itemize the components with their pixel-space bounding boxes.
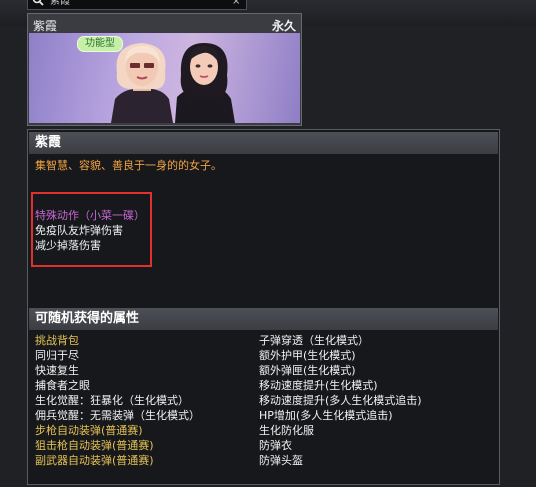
skill-action: 特殊动作（小菜一碟） [35, 209, 145, 222]
attribute-list-left: 挑战背包 同归于尽 快速复生 捕食者之眼 生化觉醒：狂暴化（生化模式） 佣兵觉醒… [35, 333, 200, 468]
skill-effect: 减少掉落伤害 [35, 239, 101, 252]
attributes-title: 可随机获得的属性 [29, 308, 498, 330]
attribute-item: 捕食者之眼 [35, 379, 90, 392]
search-icon[interactable] [32, 0, 44, 6]
attribute-item: 步枪自动装弹(普通赛) [35, 424, 143, 437]
close-icon[interactable]: × [232, 0, 240, 7]
attribute-item: 防弹头盔 [259, 454, 303, 467]
attribute-item: 生化觉醒：狂暴化（生化模式） [35, 394, 189, 407]
attribute-item: 子弹穿透（生化模式） [259, 334, 369, 347]
attribute-item: 生化防化服 [259, 424, 314, 437]
character-description: 集智慧、容貌、善良于一身的的女子。 [35, 159, 222, 172]
attribute-item: 额外弹匣(生化模式) [259, 364, 356, 377]
attribute-list-right: 子弹穿透（生化模式） 额外护甲(生化模式) 额外弹匣(生化模式) 移动速度提升(… [259, 333, 422, 468]
character-name: 紫霞 [33, 19, 58, 33]
detail-title: 紫霞 [29, 132, 498, 154]
character-card[interactable]: 紫霞 永久 功能型 [27, 13, 302, 126]
search-value: 紫霞 [50, 0, 70, 7]
attribute-item: 挑战背包 [35, 334, 79, 347]
attribute-item: 快速复生 [35, 364, 79, 377]
attribute-item: 同归于尽 [35, 349, 79, 362]
attribute-item: 副武器自动装弹(普通赛) [35, 454, 154, 467]
attribute-item: HP增加(多人生化模式追击) [259, 409, 393, 422]
skill-effect: 免疫队友炸弹伤害 [35, 224, 123, 237]
attribute-item: 佣兵觉醒：无需装弹（生化模式） [35, 409, 200, 422]
attribute-item: 防弹衣 [259, 439, 292, 452]
attribute-item: 狙击枪自动装弹(普通赛) [35, 439, 154, 452]
attribute-item: 移动速度提升(生化模式) [259, 379, 378, 392]
duration-label: 永久 [271, 19, 296, 33]
detail-panel: 紫霞 集智慧、容貌、善良于一身的的女子。 特殊动作（小菜一碟） 免疫队友炸弹伤害… [27, 129, 500, 485]
character-illustration [111, 43, 235, 123]
attribute-item: 移动速度提升(多人生化模式追击) [259, 394, 422, 407]
attribute-item: 额外护甲(生化模式) [259, 349, 356, 362]
character-portrait: 功能型 [29, 33, 300, 123]
